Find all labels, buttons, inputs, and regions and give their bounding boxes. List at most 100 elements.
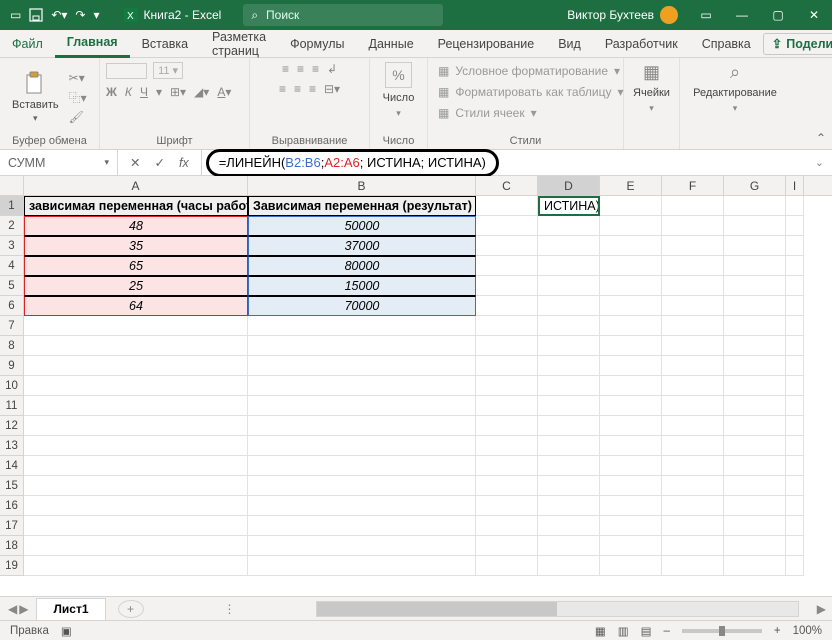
zoom-out-icon[interactable]: –: [663, 625, 669, 637]
cell[interactable]: [24, 316, 248, 336]
view-normal-icon[interactable]: ▦: [595, 624, 606, 638]
cell[interactable]: [724, 556, 786, 576]
row-header[interactable]: 17: [0, 516, 24, 536]
cell[interactable]: [786, 536, 804, 556]
enter-formula-icon[interactable]: ✓: [154, 155, 164, 170]
cell[interactable]: 25: [24, 276, 248, 296]
tab-developer[interactable]: Разработчик: [593, 30, 690, 58]
cell[interactable]: [24, 356, 248, 376]
cell[interactable]: [786, 296, 804, 316]
sheet-nav-next-icon[interactable]: ▶: [19, 602, 28, 616]
cell[interactable]: [24, 396, 248, 416]
row-header[interactable]: 7: [0, 316, 24, 336]
row-header[interactable]: 6: [0, 296, 24, 316]
cell[interactable]: [248, 376, 476, 396]
cell[interactable]: [786, 236, 804, 256]
align-top-icon[interactable]: ≡: [282, 62, 289, 76]
undo-icon[interactable]: ↶▾: [51, 8, 67, 22]
cell[interactable]: [24, 556, 248, 576]
cell[interactable]: [248, 536, 476, 556]
autosave-icon[interactable]: ▭: [10, 8, 21, 22]
cell[interactable]: [600, 476, 662, 496]
cell[interactable]: [786, 376, 804, 396]
cell[interactable]: [786, 336, 804, 356]
cell[interactable]: [786, 496, 804, 516]
row-header[interactable]: 13: [0, 436, 24, 456]
row-header[interactable]: 12: [0, 416, 24, 436]
expand-formula-bar-icon[interactable]: ⌄: [807, 156, 832, 169]
tab-view[interactable]: Вид: [546, 30, 593, 58]
ribbon-display-icon[interactable]: ▭: [688, 0, 724, 30]
cell[interactable]: [476, 196, 538, 216]
cell[interactable]: [662, 416, 724, 436]
cell[interactable]: [600, 416, 662, 436]
number-format-button[interactable]: %: [385, 62, 411, 88]
cell[interactable]: [476, 216, 538, 236]
cell[interactable]: [600, 296, 662, 316]
col-header-b[interactable]: B: [248, 176, 476, 195]
conditional-formatting-button[interactable]: ▦Условное форматирование▾: [434, 62, 624, 80]
editing-icon[interactable]: ⌕: [730, 62, 740, 83]
cell[interactable]: [248, 356, 476, 376]
cell[interactable]: [786, 456, 804, 476]
cut-icon[interactable]: ✂▾: [69, 71, 87, 85]
cell[interactable]: [724, 396, 786, 416]
cell[interactable]: [786, 216, 804, 236]
cell[interactable]: [476, 316, 538, 336]
cell[interactable]: [538, 456, 600, 476]
cell[interactable]: [538, 216, 600, 236]
cell[interactable]: [662, 476, 724, 496]
cell[interactable]: 70000: [248, 296, 476, 316]
cell[interactable]: ИСТИНА): [538, 196, 600, 216]
cell[interactable]: [786, 196, 804, 216]
cell[interactable]: [600, 316, 662, 336]
cell[interactable]: [476, 256, 538, 276]
cell[interactable]: [538, 336, 600, 356]
cell[interactable]: [538, 436, 600, 456]
cell[interactable]: [724, 316, 786, 336]
format-painter-icon[interactable]: 🖌: [69, 110, 87, 124]
close-icon[interactable]: ✕: [796, 0, 832, 30]
cell[interactable]: [248, 516, 476, 536]
view-page-icon[interactable]: ▥: [618, 624, 629, 638]
cell[interactable]: [662, 536, 724, 556]
cell[interactable]: [662, 196, 724, 216]
font-size-box[interactable]: 11 ▾: [153, 62, 183, 79]
cell[interactable]: 15000: [248, 276, 476, 296]
cell[interactable]: [24, 456, 248, 476]
cell[interactable]: [786, 256, 804, 276]
cell[interactable]: [24, 516, 248, 536]
col-header-a[interactable]: A: [24, 176, 248, 195]
copy-icon[interactable]: ⿻▾: [69, 89, 87, 106]
cell[interactable]: [248, 316, 476, 336]
cells-icon[interactable]: ▦: [643, 62, 660, 83]
cell[interactable]: [600, 376, 662, 396]
cell[interactable]: [538, 276, 600, 296]
cell[interactable]: [476, 296, 538, 316]
zoom-slider[interactable]: [682, 629, 762, 633]
horizontal-scrollbar[interactable]: [316, 601, 799, 617]
cell[interactable]: [724, 476, 786, 496]
cell[interactable]: [600, 436, 662, 456]
user-account[interactable]: Виктор Бухтеев: [557, 6, 688, 24]
name-box[interactable]: СУММ▾: [0, 150, 118, 175]
tab-data[interactable]: Данные: [356, 30, 425, 58]
cell[interactable]: [724, 276, 786, 296]
cell[interactable]: [476, 396, 538, 416]
row-header[interactable]: 15: [0, 476, 24, 496]
sheet-tab-1[interactable]: Лист1: [36, 598, 105, 620]
row-header[interactable]: 4: [0, 256, 24, 276]
cell[interactable]: [248, 416, 476, 436]
cell[interactable]: [476, 356, 538, 376]
cell[interactable]: [248, 476, 476, 496]
cell[interactable]: [662, 456, 724, 476]
cell[interactable]: [724, 296, 786, 316]
fx-icon[interactable]: fx: [179, 156, 189, 170]
row-header[interactable]: 11: [0, 396, 24, 416]
cell[interactable]: [476, 516, 538, 536]
new-sheet-button[interactable]: +: [118, 600, 144, 618]
cell[interactable]: [538, 536, 600, 556]
cell[interactable]: [538, 516, 600, 536]
cell-styles-button[interactable]: ▦Стили ячеек▾: [434, 104, 541, 122]
row-header[interactable]: 1: [0, 196, 24, 216]
